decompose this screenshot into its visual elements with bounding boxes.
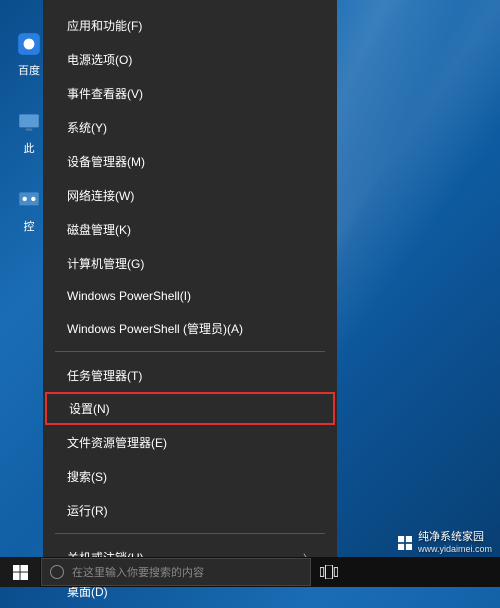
- computer-icon: [15, 108, 43, 136]
- menu-item-disk-management[interactable]: 磁盘管理(K): [43, 212, 337, 246]
- search-placeholder: 在这里输入你要搜索的内容: [72, 564, 204, 580]
- winx-context-menu: 应用和功能(F) 电源选项(O) 事件查看器(V) 系统(Y) 设备管理器(M)…: [43, 0, 337, 557]
- baidu-icon: [15, 30, 43, 58]
- desktop-icon-label: 百度: [18, 62, 40, 78]
- desktop-icon-control[interactable]: 控: [14, 186, 44, 234]
- menu-separator: [55, 351, 325, 352]
- menu-item-system[interactable]: 系统(Y): [43, 110, 337, 144]
- watermark: 纯净系统家园 www.yidaimei.com: [398, 531, 492, 555]
- task-view-button[interactable]: [311, 565, 347, 579]
- menu-item-network-connections[interactable]: 网络连接(W): [43, 178, 337, 212]
- desktop-icons: 百度 此 控: [14, 30, 44, 264]
- menu-item-search[interactable]: 搜索(S): [43, 459, 337, 493]
- menu-item-task-manager[interactable]: 任务管理器(T): [43, 358, 337, 392]
- taskbar-search[interactable]: 在这里输入你要搜索的内容: [41, 558, 311, 586]
- menu-item-powershell-admin[interactable]: Windows PowerShell (管理员)(A): [43, 311, 337, 345]
- menu-item-settings[interactable]: 设置(N): [45, 392, 335, 425]
- taskbar: 在这里输入你要搜索的内容: [0, 557, 500, 587]
- control-panel-icon: [15, 186, 43, 214]
- menu-separator: [55, 533, 325, 534]
- windows-start-icon: [13, 565, 28, 580]
- desktop-icon-thispc[interactable]: 此: [14, 108, 44, 156]
- menu-item-power-options[interactable]: 电源选项(O): [43, 42, 337, 76]
- menu-item-apps-features[interactable]: 应用和功能(F): [43, 8, 337, 42]
- menu-item-powershell[interactable]: Windows PowerShell(I): [43, 280, 337, 311]
- watermark-title: 纯净系统家园: [418, 531, 492, 544]
- desktop-icon-label: 此: [24, 140, 35, 156]
- menu-item-device-manager[interactable]: 设备管理器(M): [43, 144, 337, 178]
- desktop-icon-label: 控: [24, 218, 35, 234]
- menu-item-event-viewer[interactable]: 事件查看器(V): [43, 76, 337, 110]
- task-view-icon: [320, 565, 338, 579]
- watermark-url: www.yidaimei.com: [418, 544, 492, 555]
- cortana-icon: [50, 565, 64, 579]
- desktop-icon-baidu[interactable]: 百度: [14, 30, 44, 78]
- menu-item-file-explorer[interactable]: 文件资源管理器(E): [43, 425, 337, 459]
- menu-item-run[interactable]: 运行(R): [43, 493, 337, 527]
- start-button[interactable]: [0, 557, 40, 587]
- windows-logo-icon: [398, 536, 412, 550]
- menu-item-computer-management[interactable]: 计算机管理(G): [43, 246, 337, 280]
